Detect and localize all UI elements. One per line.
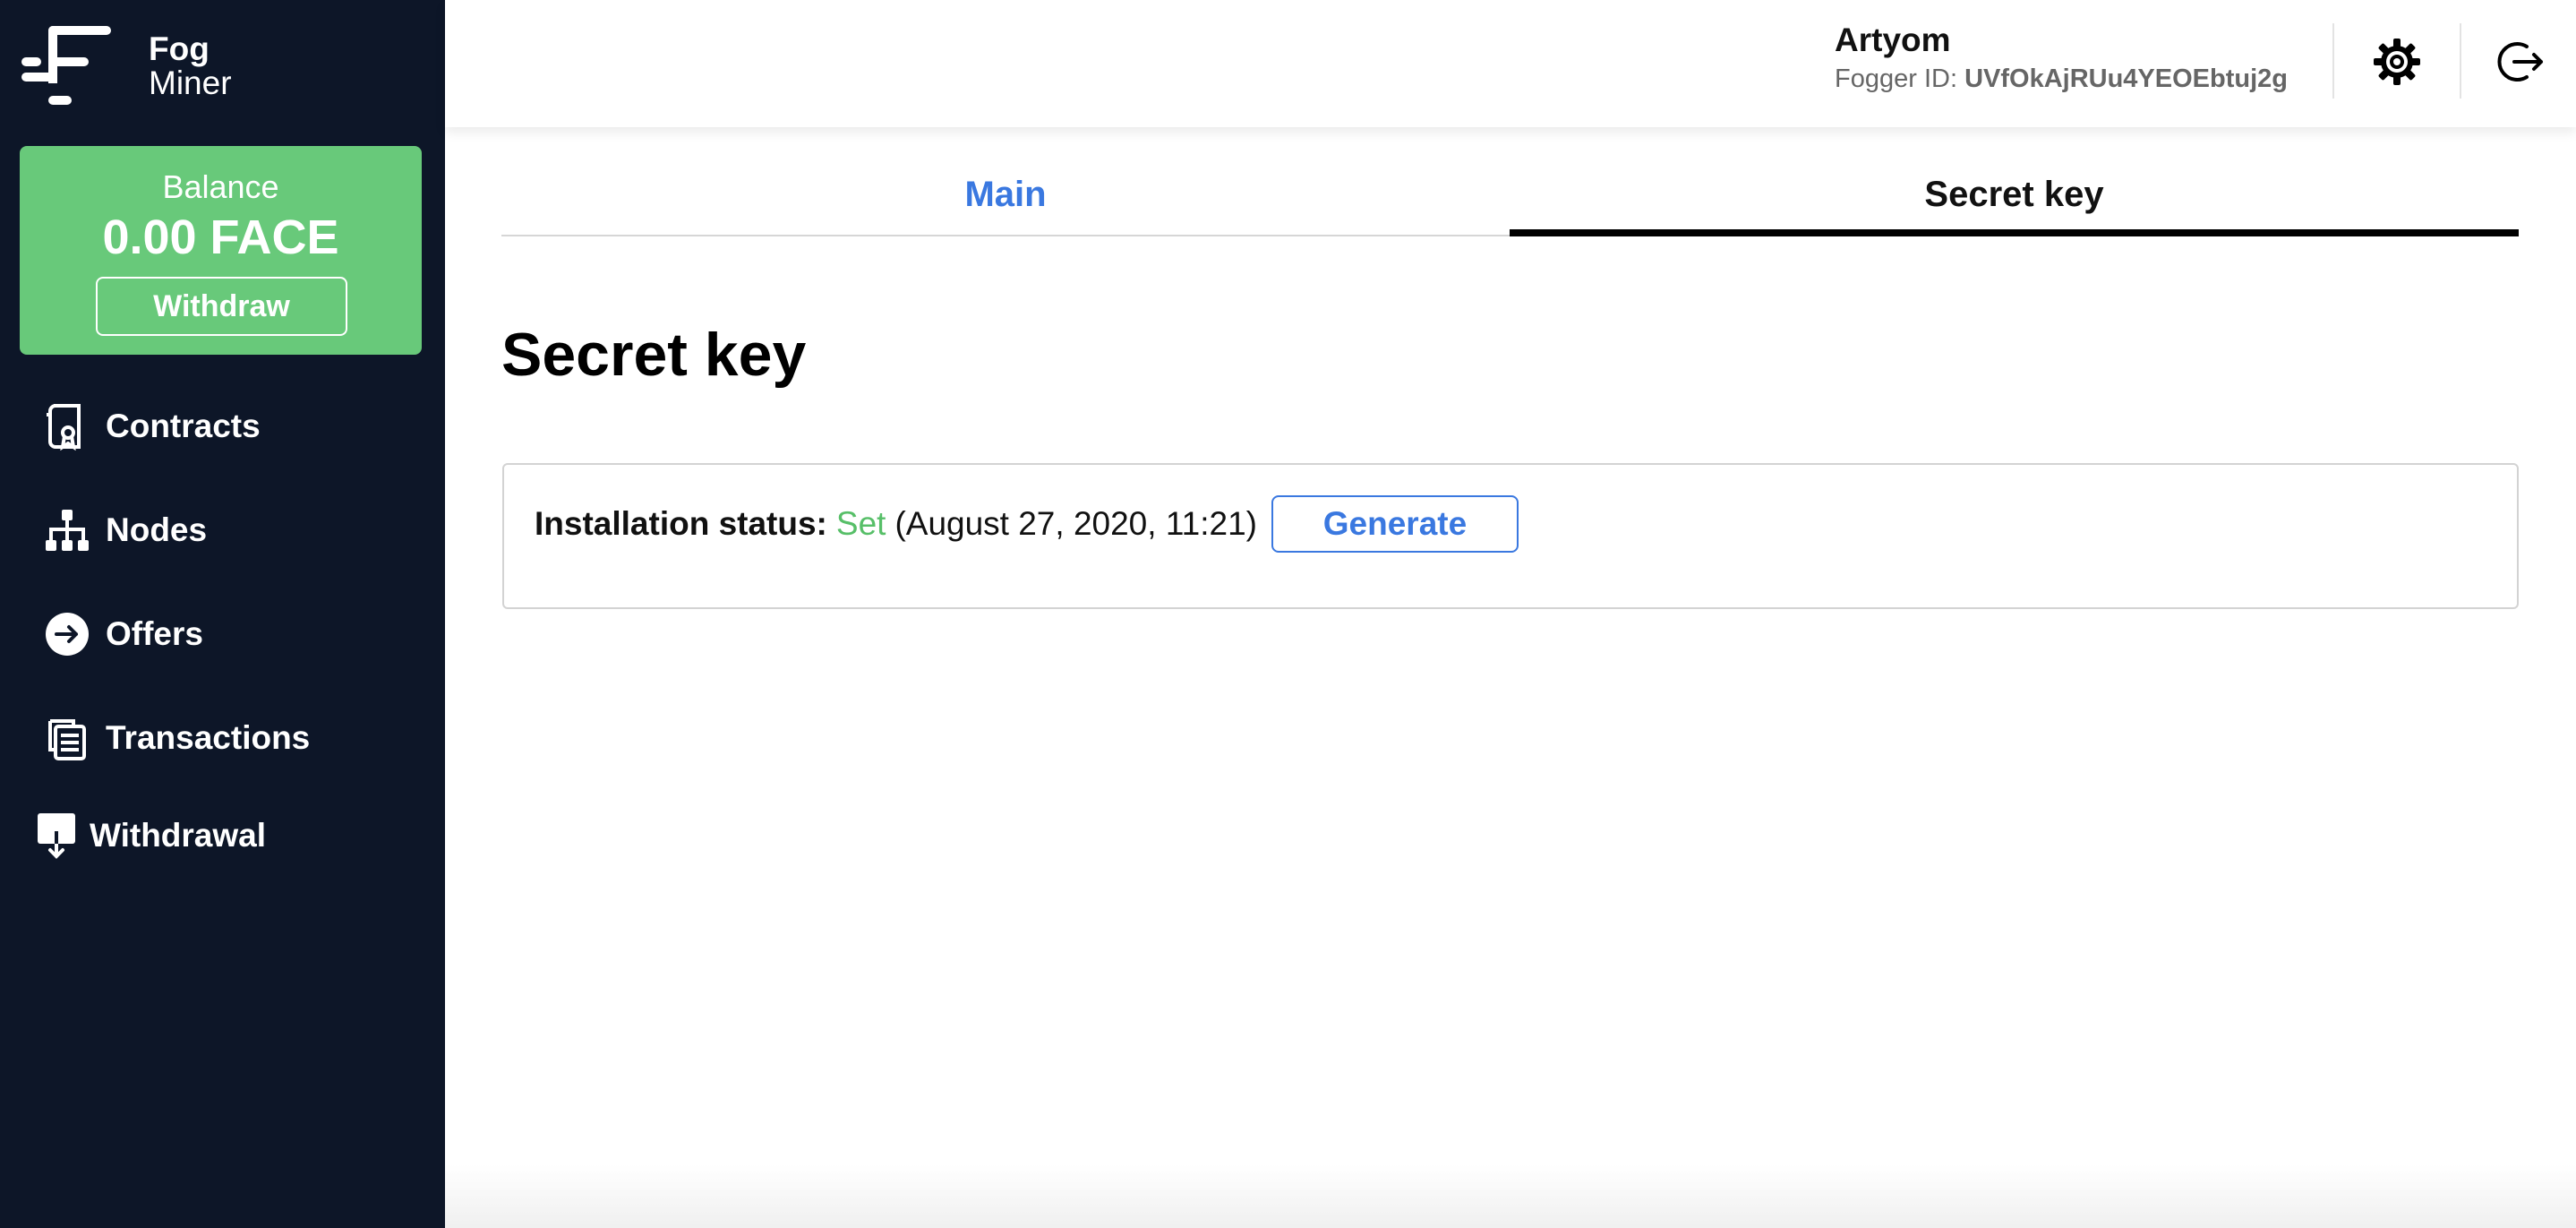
balance-card: Balance 0.00 FACE Withdraw: [20, 146, 422, 355]
user-info: Artyom Fogger ID: UVfOkAjRUu4YEOEbtuj2g: [1835, 20, 2318, 97]
withdraw-button[interactable]: Withdraw: [96, 277, 347, 336]
sidebar-item-offers[interactable]: Offers: [0, 598, 445, 670]
installation-status-panel: Installation status: Set (August 27, 202…: [502, 463, 2519, 609]
fogger-id-row: Fogger ID: UVfOkAjRUu4YEOEbtuj2g: [1835, 61, 2318, 97]
top-header: Artyom Fogger ID: UVfOkAjRUu4YEOEbtuj2g: [445, 0, 2576, 127]
user-name: Artyom: [1835, 21, 1951, 58]
installation-status-row: Installation status: Set (August 27, 202…: [535, 494, 1519, 554]
download-icon: [36, 812, 77, 860]
sidebar-item-contracts[interactable]: Contracts: [0, 391, 445, 462]
fogger-id-label: Fogger ID:: [1835, 64, 1957, 93]
sidebar-item-label: Contracts: [106, 408, 261, 444]
tab-bar: Main Secret key: [501, 152, 2519, 236]
sidebar-item-withdrawal[interactable]: Withdrawal: [0, 800, 445, 872]
generate-button[interactable]: Generate: [1271, 495, 1519, 553]
status-date: (August 27, 2020, 11:21): [894, 505, 1257, 542]
balance-label: Balance: [162, 168, 279, 205]
nodes-icon: [43, 506, 91, 554]
sidebar-item-label: Withdrawal: [90, 817, 267, 854]
sidebar-item-label: Offers: [106, 615, 203, 652]
arrow-circle-icon: [43, 610, 91, 658]
app-name-line1: Fog: [149, 30, 210, 67]
app-logo[interactable]: Fog Miner: [21, 25, 232, 107]
app-name-line2: Miner: [149, 64, 232, 101]
balance-value: 0.00 FACE: [102, 210, 339, 264]
sidebar-item-label: Nodes: [106, 511, 208, 548]
sidebar-item-transactions[interactable]: Transactions: [0, 702, 445, 774]
logout-icon[interactable]: [2491, 32, 2550, 91]
app-name: Fog Miner: [149, 32, 232, 100]
contract-icon: [43, 402, 91, 451]
documents-icon: [43, 714, 91, 762]
gear-icon[interactable]: [2367, 32, 2426, 91]
page-title: Secret key: [501, 321, 807, 389]
status-label: Installation status:: [535, 505, 827, 542]
header-divider: [2460, 23, 2461, 99]
fog-logo-icon: [21, 26, 111, 105]
header-divider: [2332, 23, 2334, 99]
tab-main[interactable]: Main: [501, 152, 1510, 236]
sidebar-item-nodes[interactable]: Nodes: [0, 494, 445, 566]
tab-secret-key[interactable]: Secret key: [1510, 152, 2519, 236]
sidebar-item-label: Transactions: [106, 719, 311, 756]
fogger-id-value: UVfOkAjRUu4YEOEbtuj2g: [1964, 64, 2288, 93]
status-value: Set: [835, 505, 886, 542]
sidebar: Fog Miner Balance 0.00 FACE Withdraw Con…: [0, 0, 445, 1228]
bottom-shadow: [445, 1164, 2576, 1228]
